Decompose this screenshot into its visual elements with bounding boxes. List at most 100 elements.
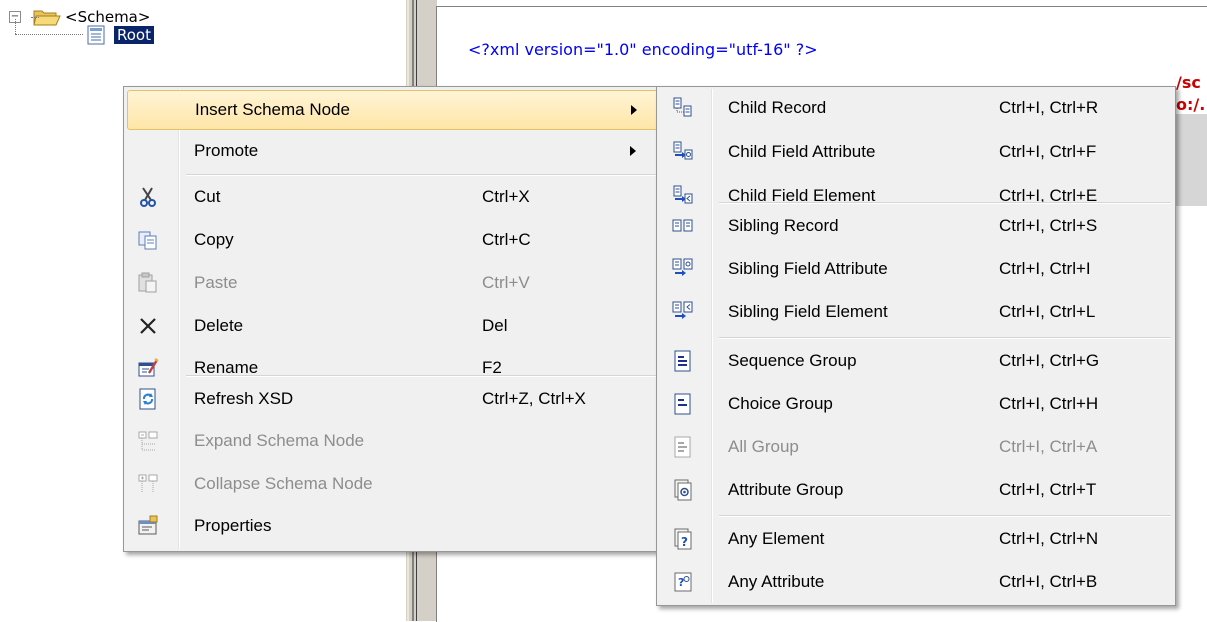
menu-item-shortcut: Ctrl+I, Ctrl+S: [999, 216, 1098, 235]
menu-item-label: Child Field Attribute: [728, 142, 876, 161]
submenu-item-any-attribute[interactable]: ? Any Attribute Ctrl+I, Ctrl+B: [660, 562, 1172, 602]
expand-node-icon: [137, 430, 159, 452]
menu-item-label: Collapse Schema Node: [194, 474, 373, 493]
xml-overflow-text: /sc: [1176, 73, 1201, 92]
menu-item-paste[interactable]: Paste Ctrl+V: [127, 263, 665, 303]
tree-connector: [15, 34, 83, 35]
menu-item-properties[interactable]: Properties: [127, 506, 665, 546]
menu-item-shortcut: Ctrl+I, Ctrl+R: [999, 98, 1099, 117]
menu-item-label: Cut: [194, 187, 221, 206]
submenu-item-child-record[interactable]: Child Record Ctrl+I, Ctrl+R: [660, 88, 1172, 128]
refresh-icon: [137, 388, 159, 410]
submenu-item-sibling-record[interactable]: Sibling Record Ctrl+I, Ctrl+S: [660, 206, 1172, 246]
document-icon: [84, 25, 110, 45]
submenu-item-sibling-field-attribute[interactable]: Sibling Field Attribute Ctrl+I, Ctrl+I: [660, 249, 1172, 289]
paste-icon: [137, 272, 159, 294]
menu-item-shortcut: Ctrl+V: [482, 273, 530, 292]
insert-schema-node-submenu: Child Record Ctrl+I, Ctrl+R Child Field …: [656, 86, 1176, 606]
menu-item-collapse-schema-node[interactable]: Collapse Schema Node: [127, 464, 665, 504]
tree-connector: [31, 17, 39, 18]
menu-separator: [719, 337, 1171, 339]
menu-item-cut[interactable]: Cut Ctrl+X: [127, 177, 665, 217]
menu-item-shortcut: Ctrl+Z, Ctrl+X: [482, 389, 586, 408]
menu-item-label: Sibling Field Element: [728, 302, 888, 321]
submenu-arrow-icon: [631, 105, 637, 115]
submenu-arrow-icon: [630, 146, 636, 156]
menu-item-shortcut: Ctrl+I, Ctrl+T: [999, 480, 1097, 499]
submenu-item-attribute-group[interactable]: Attribute Group Ctrl+I, Ctrl+T: [660, 470, 1172, 510]
sibling-field-element-icon: [672, 301, 694, 323]
menu-item-insert-schema-node[interactable]: Insert Schema Node: [127, 90, 665, 130]
editor-gray-region: [1176, 114, 1207, 206]
xml-declaration: <?xml version="1.0" encoding="utf-16" ?>: [468, 40, 818, 59]
rename-icon: [137, 357, 159, 379]
menu-separator: [186, 375, 664, 377]
xml-overflow-text: o:/.: [1176, 95, 1206, 114]
svg-text:?: ?: [681, 535, 688, 549]
menu-separator: [186, 174, 664, 176]
child-field-attribute-icon: [672, 141, 694, 163]
sequence-group-icon: [672, 350, 694, 372]
menu-item-label: Properties: [194, 516, 272, 535]
tree-node-root[interactable]: Root: [84, 24, 154, 46]
menu-item-shortcut: Ctrl+I, Ctrl+H: [999, 394, 1099, 413]
context-menu: Insert Schema Node Promote Cut Ctrl+X Co…: [123, 86, 669, 552]
menu-item-shortcut: Ctrl+X: [482, 187, 530, 206]
menu-item-shortcut: Ctrl+I, Ctrl+N: [999, 529, 1099, 548]
menu-item-label: Insert Schema Node: [195, 100, 350, 119]
menu-item-label: All Group: [728, 437, 799, 456]
menu-item-shortcut: Ctrl+I, Ctrl+G: [999, 351, 1100, 370]
any-attribute-icon: ?: [672, 571, 694, 593]
menu-item-label: Choice Group: [728, 394, 833, 413]
submenu-item-child-field-attribute[interactable]: Child Field Attribute Ctrl+I, Ctrl+F: [660, 132, 1172, 172]
menu-item-label: Any Attribute: [728, 572, 825, 591]
menu-item-shortcut: Ctrl+C: [482, 230, 531, 249]
menu-item-shortcut: Ctrl+I, Ctrl+A: [999, 437, 1098, 456]
menu-item-copy[interactable]: Copy Ctrl+C: [127, 220, 665, 260]
tree-connector: [15, 19, 16, 34]
delete-x-icon: [137, 315, 159, 337]
submenu-item-sibling-field-element[interactable]: Sibling Field Element Ctrl+I, Ctrl+L: [660, 292, 1172, 332]
menu-item-label: Sibling Record: [728, 216, 839, 235]
any-element-icon: ?: [672, 528, 694, 550]
menu-item-shortcut: Ctrl+I, Ctrl+I: [999, 259, 1091, 278]
svg-text:?: ?: [678, 576, 684, 589]
all-group-icon: [672, 436, 694, 458]
menu-item-label: Delete: [194, 316, 244, 335]
copy-icon: [137, 229, 159, 251]
menu-item-label: Sequence Group: [728, 351, 857, 370]
child-field-element-icon: [672, 185, 694, 207]
child-record-icon: [672, 97, 694, 119]
menu-item-expand-schema-node[interactable]: Expand Schema Node: [127, 421, 665, 461]
scissors-icon: [137, 186, 159, 208]
menu-item-shortcut: Ctrl+I, Ctrl+B: [999, 572, 1098, 591]
tree-node-root-label: Root: [114, 26, 154, 44]
menu-item-label: Promote: [194, 141, 259, 160]
menu-item-refresh-xsd[interactable]: Refresh XSD Ctrl+Z, Ctrl+X: [127, 379, 665, 419]
menu-item-label: Child Record: [728, 98, 827, 117]
menu-item-shortcut: Del: [482, 316, 508, 335]
menu-item-label: Expand Schema Node: [194, 431, 365, 450]
menu-separator: [719, 202, 1171, 204]
menu-item-label: Copy: [194, 230, 234, 249]
submenu-item-any-element[interactable]: ? Any Element Ctrl+I, Ctrl+N: [660, 519, 1172, 559]
menu-item-label: Attribute Group: [728, 480, 844, 499]
properties-icon: [137, 515, 159, 537]
menu-item-label: Paste: [194, 273, 238, 292]
submenu-item-choice-group[interactable]: Choice Group Ctrl+I, Ctrl+H: [660, 384, 1172, 424]
attribute-group-icon: [672, 479, 694, 501]
sibling-field-attribute-icon: [672, 258, 694, 280]
menu-item-delete[interactable]: Delete Del: [127, 306, 665, 346]
menu-separator: [719, 515, 1171, 517]
choice-group-icon: [672, 393, 694, 415]
menu-item-shortcut: Ctrl+I, Ctrl+F: [999, 142, 1097, 161]
menu-item-label: Any Element: [728, 529, 825, 548]
menu-item-label: Refresh XSD: [194, 389, 294, 408]
menu-item-shortcut: Ctrl+I, Ctrl+L: [999, 302, 1096, 321]
sibling-record-icon: [672, 215, 694, 237]
menu-item-label: Sibling Field Attribute: [728, 259, 888, 278]
collapse-node-icon: [137, 473, 159, 495]
menu-item-promote[interactable]: Promote: [127, 131, 665, 171]
submenu-item-sequence-group[interactable]: Sequence Group Ctrl+I, Ctrl+G: [660, 341, 1172, 381]
submenu-item-all-group[interactable]: All Group Ctrl+I, Ctrl+A: [660, 427, 1172, 467]
